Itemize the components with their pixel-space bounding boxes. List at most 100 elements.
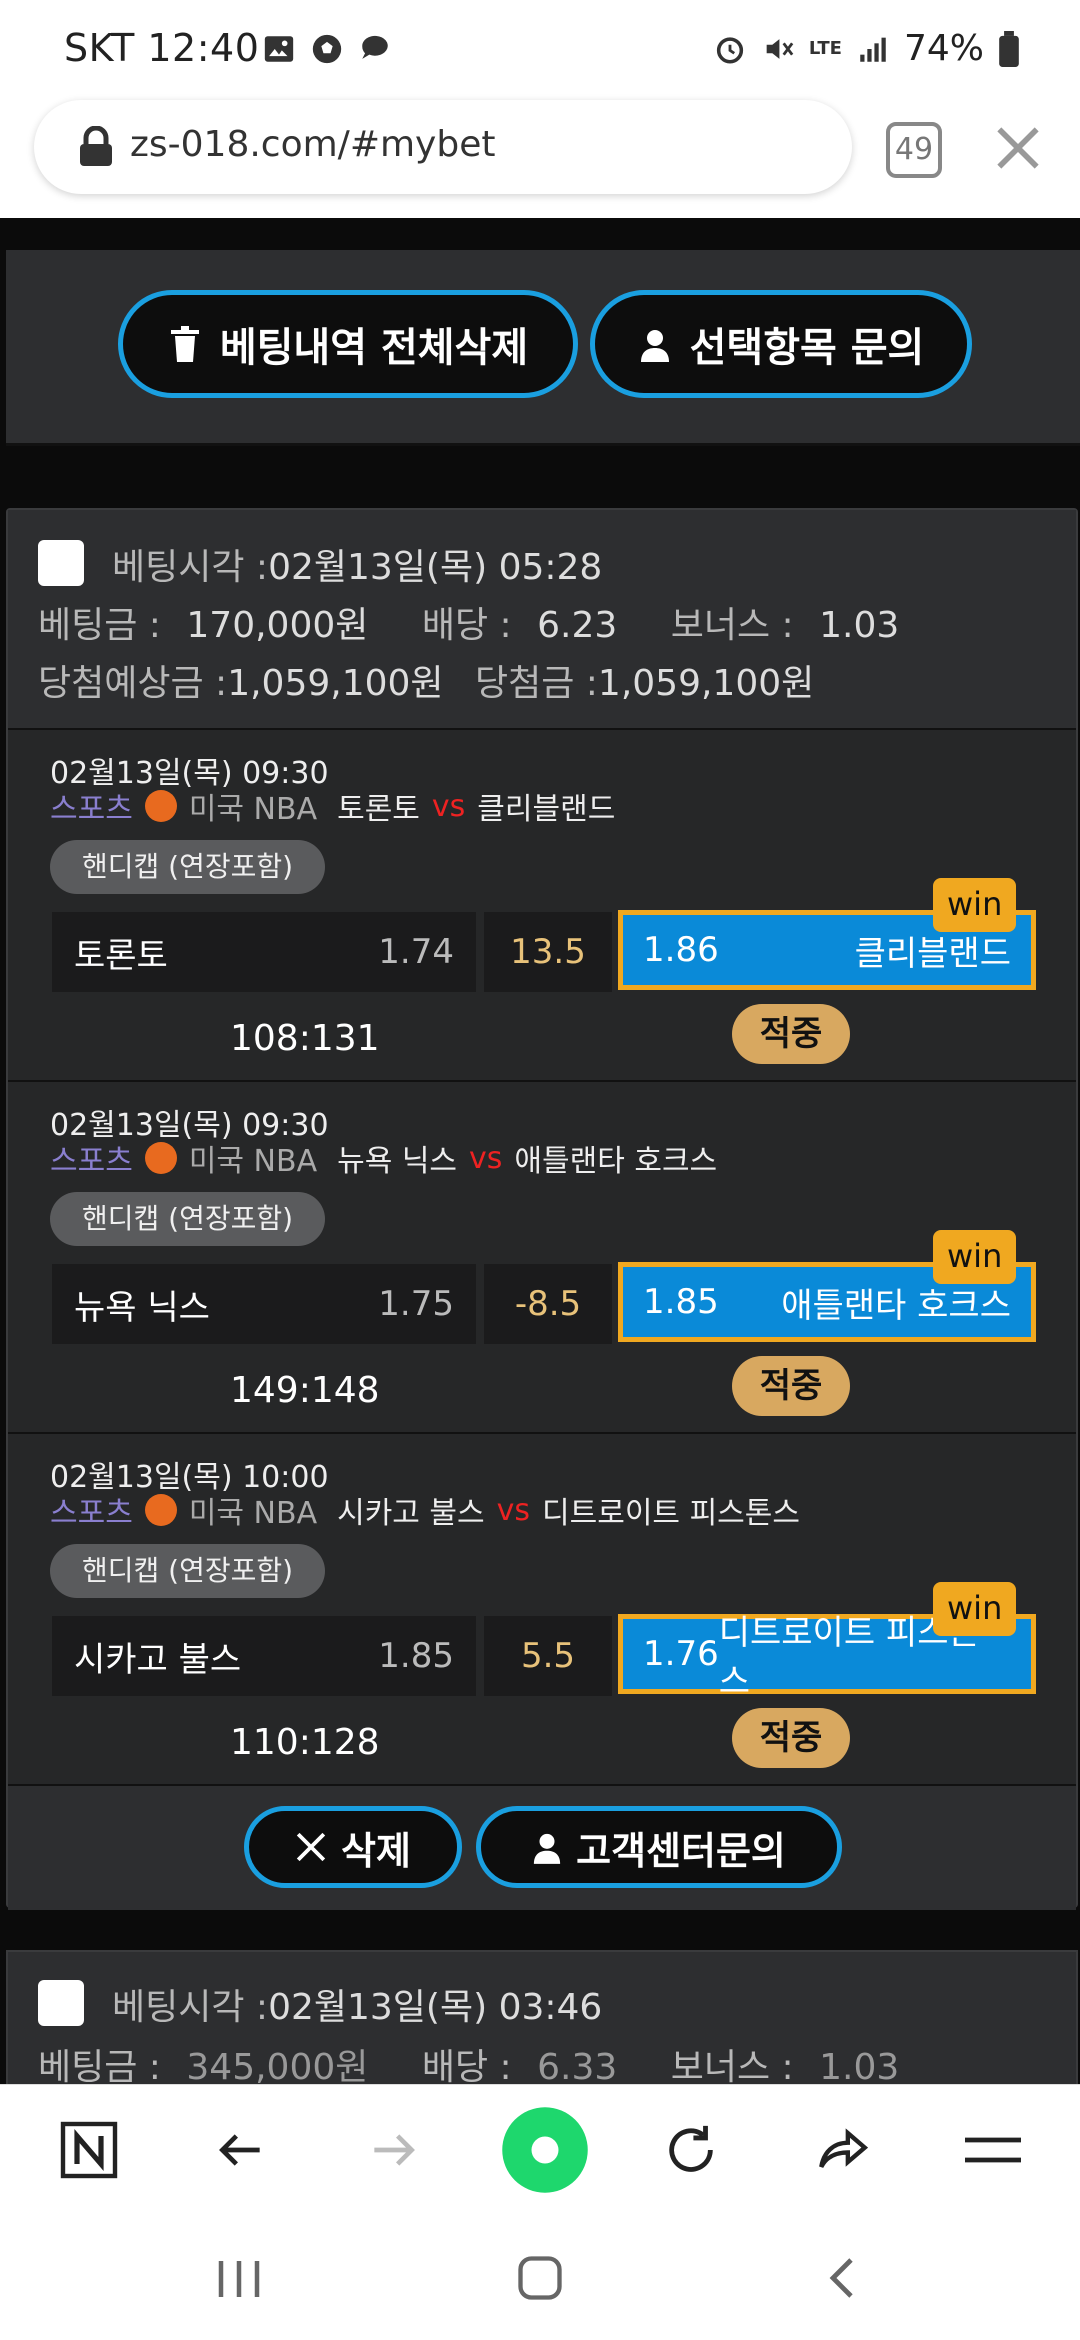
bet-amount-row: 베팅금 : 345,000원 배당 : 6.33 보너스 : 1.03 — [38, 2038, 899, 2084]
notification-icons — [262, 32, 392, 66]
top-action-card: 베팅내역 전체삭제 선택항목 문의 — [6, 250, 1080, 446]
bet-amount-label: 베팅금 : — [38, 2047, 161, 2084]
bet-select-checkbox[interactable] — [38, 540, 84, 586]
odds-label: 배당 : — [421, 2047, 512, 2084]
handicap-line: 5.5 — [484, 1616, 612, 1696]
final-score: 108:131 — [230, 1018, 380, 1059]
bonus-label: 보너스 : — [670, 605, 794, 646]
delete-button[interactable]: 삭제 — [244, 1806, 462, 1888]
bet-payout-row: 당첨예상금 :1,059,100원 당첨금 :1,059,100원 — [38, 654, 814, 706]
home-team: 뉴욕 닉스 — [337, 1144, 458, 1179]
home-team-name: 시카고 불스 — [74, 1639, 242, 1680]
win-badge: win — [933, 1230, 1017, 1284]
away-team: 디트로이트 피스톤스 — [542, 1496, 800, 1531]
market-badge: 핸디캡 (연장포함) — [50, 1192, 326, 1246]
home-odds-cell: 뉴욕 닉스 1.75 — [52, 1264, 476, 1344]
menu-button[interactable] — [958, 2115, 1028, 2185]
browser-toolbar — [0, 2084, 1080, 2214]
bet-amount-value: 170,000원 — [186, 605, 369, 646]
away-team: 클리블랜드 — [477, 792, 616, 827]
forward-button[interactable] — [358, 2115, 428, 2185]
bet-card: 베팅시각 :02월13일(목) 05:28 베팅금 : 170,000원 배당 … — [6, 508, 1078, 1910]
alarm-icon — [716, 36, 744, 64]
bonus-value: 1.03 — [819, 605, 900, 646]
support-agent-icon — [640, 330, 669, 362]
soccer-ball-icon — [312, 34, 342, 64]
game-row: 02월13일(목) 09:30 스포츠 미국 NBA 토론토 vs 클리블랜드 … — [8, 728, 1076, 1080]
game-row: 02월13일(목) 10:00 스포츠 미국 NBA 시카고 불스 vs 디트로… — [8, 1432, 1076, 1784]
final-score: 110:128 — [230, 1722, 380, 1763]
green-dot-button[interactable] — [500, 2105, 590, 2195]
handicap-line: 13.5 — [484, 912, 612, 992]
share-arrow-icon — [819, 2128, 869, 2169]
address-bar[interactable]: zs-018.com/#mybet — [34, 100, 852, 194]
away-odds: 1.85 — [643, 1282, 719, 1322]
signal-icon — [860, 37, 886, 62]
bet-actions: 삭제 고객센터문의 — [8, 1784, 1076, 1910]
league-label: 미국 NBA — [188, 1144, 318, 1179]
home-odds: 1.85 — [378, 1636, 454, 1676]
bet-time-label: 베팅시각 : — [112, 547, 269, 588]
vs-label: vs — [431, 788, 466, 824]
sport-label: 스포츠 — [50, 1496, 133, 1531]
forward-arrow-icon — [374, 2134, 415, 2166]
url-text[interactable]: zs-018.com/#mybet — [130, 124, 495, 165]
home-team: 토론토 — [337, 792, 420, 827]
expected-label: 당첨예상금 : — [38, 663, 228, 704]
home-odds: 1.74 — [378, 932, 454, 972]
bet-select-checkbox[interactable] — [38, 1980, 84, 2026]
vs-label: vs — [496, 1492, 531, 1528]
inquire-selected-label: 선택항목 문의 — [689, 325, 925, 371]
away-odds: 1.76 — [643, 1634, 719, 1674]
home-icon[interactable] — [514, 2252, 566, 2304]
bonus-label: 보너스 : — [670, 2047, 794, 2084]
home-odds-cell: 토론토 1.74 — [52, 912, 476, 992]
customer-support-button[interactable]: 고객센터문의 — [476, 1806, 842, 1888]
league-label: 미국 NBA — [188, 1496, 318, 1531]
green-dot-icon — [502, 2107, 588, 2193]
refresh-icon — [669, 2125, 713, 2172]
chat-bubble-icon — [362, 35, 388, 59]
bet-time-row: 베팅시각 :02월13일(목) 05:28 — [112, 538, 602, 590]
won-value: 1,059,100원 — [597, 663, 815, 704]
vs-label: vs — [469, 1140, 503, 1176]
gallery-icon — [264, 36, 294, 62]
handicap-line: -8.5 — [484, 1264, 612, 1344]
back-icon[interactable] — [820, 2254, 866, 2302]
home-team: 시카고 불스 — [337, 1496, 485, 1531]
browser-address-row: zs-018.com/#mybet 49 — [0, 100, 1080, 218]
share-button[interactable] — [808, 2115, 878, 2185]
odds-value: 6.23 — [537, 605, 618, 646]
bet-amount-row: 베팅금 : 170,000원 배당 : 6.23 보너스 : 1.03 — [38, 596, 899, 648]
final-score: 149:148 — [230, 1370, 380, 1411]
system-nav-bar — [0, 2214, 1080, 2340]
support-agent-icon — [533, 1833, 561, 1864]
bet-summary: 베팅시각 :02월13일(목) 05:28 베팅금 : 170,000원 배당 … — [8, 510, 1076, 728]
market-badge: 핸디캡 (연장포함) — [50, 1544, 326, 1598]
delete-all-label: 베팅내역 전체삭제 — [219, 325, 529, 371]
delete-label: 삭제 — [341, 1828, 411, 1873]
delete-all-button[interactable]: 베팅내역 전체삭제 — [118, 290, 578, 398]
odds-value: 6.33 — [537, 2047, 618, 2084]
bet-time-label: 베팅시각 : — [112, 1987, 269, 2028]
bet-amount-value: 345,000원 — [186, 2047, 369, 2084]
home-odds: 1.75 — [378, 1284, 454, 1324]
refresh-button[interactable] — [656, 2115, 726, 2185]
back-button[interactable] — [206, 2115, 276, 2185]
won-label: 당첨금 : — [474, 663, 598, 704]
lock-icon — [80, 126, 112, 166]
naver-home-button[interactable] — [54, 2115, 124, 2185]
tab-count-button[interactable]: 49 — [886, 122, 942, 178]
home-odds-cell: 시카고 불스 1.85 — [52, 1616, 476, 1696]
away-team: 애틀랜타 호크스 — [514, 1144, 718, 1179]
expected-value: 1,059,100원 — [227, 663, 444, 704]
page-content: 베팅내역 전체삭제 선택항목 문의 베팅시각 :02월13일(목) 05:28 … — [0, 218, 1080, 2084]
away-team-name: 클리블랜드 — [854, 933, 1011, 974]
inquire-selected-button[interactable]: 선택항목 문의 — [590, 290, 972, 398]
win-badge: win — [933, 1582, 1017, 1636]
close-icon — [296, 1832, 326, 1862]
recent-apps-icon[interactable] — [212, 2256, 266, 2302]
league-label: 미국 NBA — [188, 792, 318, 827]
close-icon[interactable] — [990, 120, 1046, 176]
basketball-icon — [144, 790, 177, 822]
